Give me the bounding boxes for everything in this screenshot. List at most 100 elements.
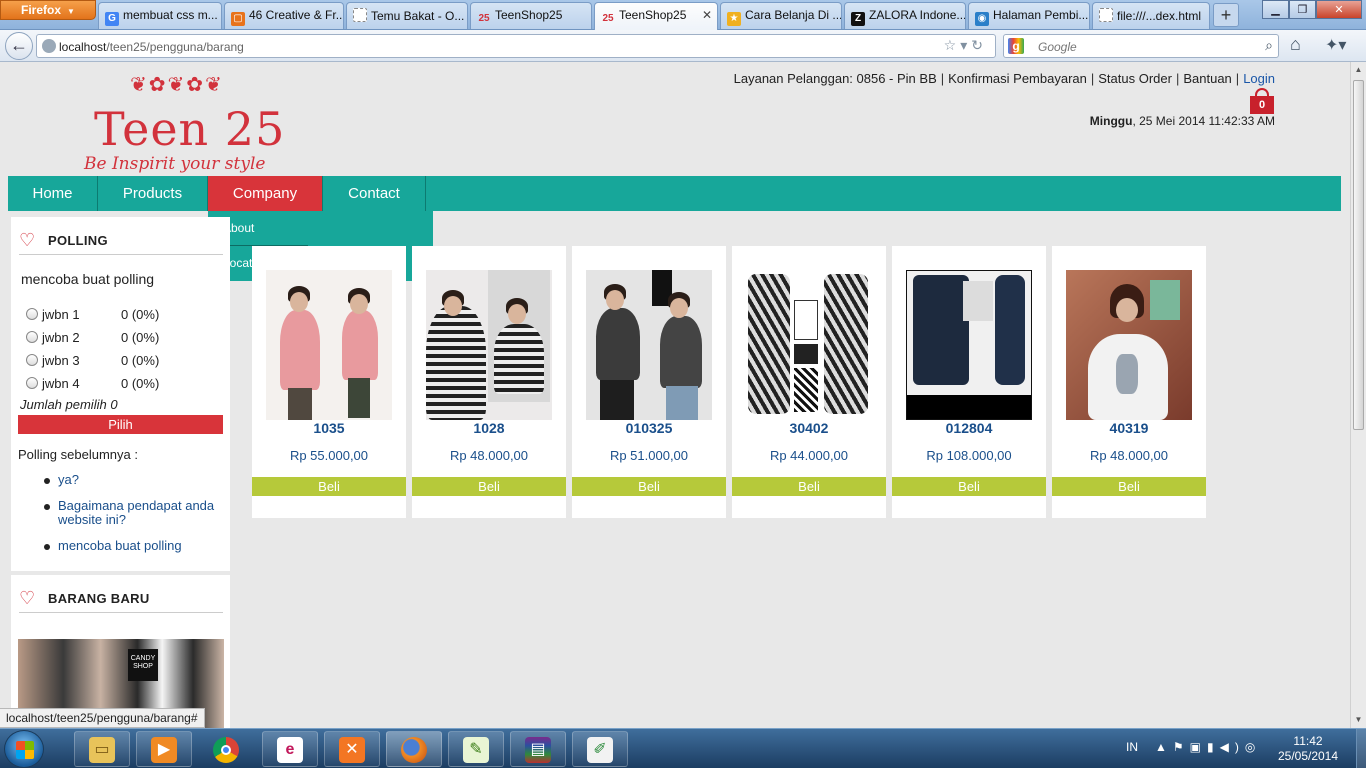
menu-products[interactable]: Products	[98, 176, 208, 211]
bookmarks-icon[interactable]: ✦▾	[1325, 35, 1346, 55]
candy-shop-tag: CANDY SHOP	[128, 649, 158, 681]
product-code[interactable]: 1035	[252, 420, 406, 436]
google-icon: G	[105, 12, 119, 26]
product-image[interactable]	[1066, 270, 1192, 420]
product-image[interactable]	[906, 270, 1032, 420]
teen25-icon: 25	[602, 13, 614, 24]
bookmark-star-icon[interactable]: ☆	[944, 37, 961, 53]
radio-button[interactable]	[26, 331, 38, 343]
url-host: localhost	[59, 40, 107, 54]
globe-icon	[42, 39, 56, 53]
product-code[interactable]: 40319	[1052, 420, 1206, 436]
back-button[interactable]: ←	[5, 32, 33, 60]
firefox-menu-button[interactable]: Firefox ▼	[0, 0, 96, 20]
product-image[interactable]	[746, 270, 872, 420]
search-bar[interactable]: g Google ⌕	[1003, 34, 1279, 58]
polling-title: POLLING	[48, 233, 108, 248]
product-code[interactable]: 012804	[892, 420, 1046, 436]
tab-3[interactable]: 25 TeenShop25	[470, 2, 592, 29]
maximize-button[interactable]: ❐	[1289, 0, 1316, 19]
poll-option[interactable]: jwbn 2 0 (0%)	[26, 330, 206, 345]
tab-6[interactable]: Z ZALORA Indone...	[844, 2, 966, 29]
tab-0[interactable]: Gmembuat css m...	[98, 2, 222, 29]
taskbar-firefox[interactable]	[386, 731, 442, 767]
home-icon[interactable]: ⌂	[1290, 34, 1301, 55]
taskbar-winrar[interactable]: ▤	[510, 731, 566, 767]
menu-contact[interactable]: Contact	[323, 176, 426, 211]
close-tab-icon[interactable]: ✕	[702, 8, 712, 22]
start-button[interactable]	[4, 730, 44, 768]
scroll-thumb[interactable]	[1353, 80, 1364, 430]
scroll-up-icon[interactable]: ▲	[1351, 62, 1366, 78]
tab-5[interactable]: ★ Cara Belanja Di ...	[720, 2, 842, 29]
buy-button[interactable]: Beli	[732, 477, 886, 496]
menu-company[interactable]: Company	[208, 176, 323, 211]
product-code[interactable]: 1028	[412, 420, 566, 436]
search-icon[interactable]: ⌕	[1265, 37, 1273, 54]
buy-button[interactable]: Beli	[1052, 477, 1206, 496]
language-indicator[interactable]: IN	[1126, 740, 1138, 754]
volume-icon[interactable]: ◀)	[1220, 740, 1245, 754]
poll-option[interactable]: jwbn 4 0 (0%)	[26, 376, 206, 391]
url-bar[interactable]: localhost/teen25/pengguna/barang ☆▾↻	[36, 34, 996, 58]
product-code[interactable]: 010325	[572, 420, 726, 436]
new-tab-button[interactable]: +	[1213, 3, 1239, 27]
previous-poll-link[interactable]: ya?	[58, 473, 218, 487]
previous-poll-link[interactable]: mencoba buat polling	[58, 539, 218, 553]
taskbar-smartfren[interactable]: e	[262, 731, 318, 767]
payment-confirm-link[interactable]: Konfirmasi Pembayaran	[948, 71, 1087, 86]
network-icon[interactable]: ▮	[1207, 740, 1220, 754]
vote-button[interactable]: Pilih	[18, 415, 223, 434]
flag-icon[interactable]: ⚑	[1173, 740, 1190, 754]
taskbar-xampp[interactable]: ✕	[324, 731, 380, 767]
taskbar-explorer[interactable]: ▭	[74, 731, 130, 767]
buy-button[interactable]: Beli	[412, 477, 566, 496]
tab-1[interactable]: ▢ 46 Creative & Fr...	[224, 2, 344, 29]
cart-icon[interactable]: 0	[1250, 88, 1274, 114]
taskbar-paint[interactable]: ✐	[572, 731, 628, 767]
close-window-button[interactable]: ✕	[1316, 0, 1362, 19]
product-image[interactable]	[426, 270, 552, 420]
help-link[interactable]: Bantuan	[1183, 71, 1231, 86]
app-icon[interactable]: ▣	[1190, 740, 1207, 754]
login-link[interactable]: Login	[1243, 71, 1275, 86]
product-image[interactable]	[586, 270, 712, 420]
order-status-link[interactable]: Status Order	[1098, 71, 1172, 86]
tab-2[interactable]: Temu Bakat - O...	[346, 2, 468, 29]
taskbar-notepad[interactable]: ✎	[448, 731, 504, 767]
buy-button[interactable]: Beli	[572, 477, 726, 496]
dropdown-icon[interactable]: ▾	[960, 37, 971, 53]
tab-8[interactable]: file:///...dex.html	[1092, 2, 1210, 29]
tab-label: membuat css m...	[123, 8, 218, 22]
product-card: 30402 Rp 44.000,00 Beli	[732, 246, 886, 518]
radio-button[interactable]	[26, 354, 38, 366]
minimize-button[interactable]: ▁	[1262, 0, 1289, 19]
site-logo[interactable]: ❦✿❦✿❦ Teen 25 Be Inspirit your style	[80, 70, 320, 176]
google-icon[interactable]: g	[1008, 38, 1024, 54]
radio-button[interactable]	[26, 308, 38, 320]
previous-polls-label: Polling sebelumnya :	[18, 447, 138, 462]
taskbar-media-player[interactable]: ▶	[136, 731, 192, 767]
poll-option-result: 0 (0%)	[121, 353, 160, 368]
reload-icon[interactable]: ↻	[971, 37, 987, 53]
page-viewport: ❦✿❦✿❦ Teen 25 Be Inspirit your style Lay…	[0, 62, 1350, 728]
poll-option[interactable]: jwbn 3 0 (0%)	[26, 353, 206, 368]
tab-4-active[interactable]: 25 TeenShop25 ✕	[594, 2, 718, 31]
menu-home[interactable]: Home	[8, 176, 98, 211]
taskbar-chrome[interactable]	[198, 731, 254, 767]
show-hidden-icon[interactable]: ▲	[1155, 740, 1173, 754]
tray-extra-icon[interactable]: ◎	[1245, 740, 1261, 754]
clock[interactable]: 11:42 25/05/2014	[1268, 734, 1348, 764]
product-price: Rp 108.000,00	[926, 448, 1012, 463]
radio-button[interactable]	[26, 377, 38, 389]
show-desktop-button[interactable]	[1356, 729, 1366, 768]
previous-poll-link[interactable]: Bagaimana pendapat anda website ini?	[58, 499, 218, 527]
poll-option[interactable]: jwbn 1 0 (0%)	[26, 307, 206, 322]
vertical-scrollbar[interactable]: ▲ ▼	[1350, 62, 1366, 728]
product-code[interactable]: 30402	[732, 420, 886, 436]
buy-button[interactable]: Beli	[892, 477, 1046, 496]
tab-7[interactable]: ◉ Halaman Pembi...	[968, 2, 1090, 29]
product-image[interactable]	[266, 270, 392, 420]
buy-button[interactable]: Beli	[252, 477, 406, 496]
scroll-down-icon[interactable]: ▼	[1351, 712, 1366, 728]
